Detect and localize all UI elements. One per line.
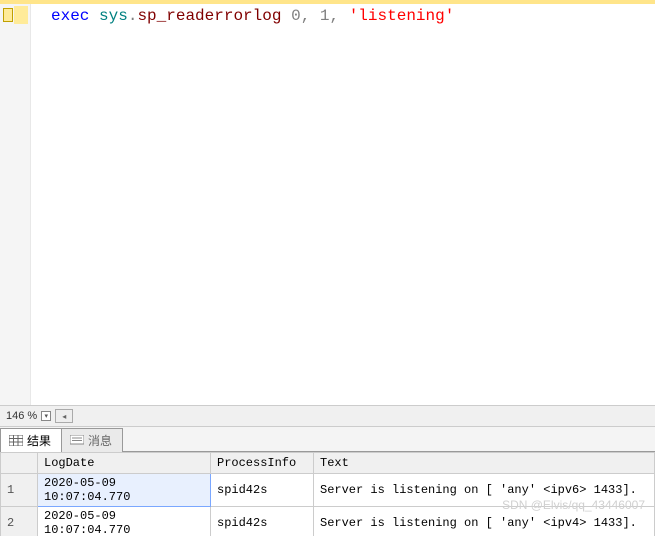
dot: . bbox=[128, 7, 138, 25]
col-logdate[interactable]: LogDate bbox=[38, 453, 211, 474]
tab-results[interactable]: 结果 bbox=[0, 428, 62, 452]
col-text[interactable]: Text bbox=[314, 453, 655, 474]
cell-processinfo[interactable]: spid42s bbox=[211, 507, 314, 536]
results-grid-icon bbox=[9, 435, 23, 446]
tab-messages-label: 消息 bbox=[88, 432, 112, 449]
results-tabs: 结果 消息 bbox=[0, 427, 655, 452]
col-processinfo[interactable]: ProcessInfo bbox=[211, 453, 314, 474]
string-literal: 'listening' bbox=[349, 7, 455, 25]
zoom-dropdown-icon[interactable]: ▾ bbox=[41, 411, 51, 421]
schema-sys: sys bbox=[99, 7, 128, 25]
cell-logdate[interactable]: 2020-05-09 10:07:04.770 bbox=[38, 507, 211, 536]
cell-logdate[interactable]: 2020-05-09 10:07:04.770 bbox=[38, 474, 211, 507]
results-grid[interactable]: LogDate ProcessInfo Text 1 2020-05-09 10… bbox=[0, 452, 655, 536]
tab-messages[interactable]: 消息 bbox=[61, 428, 123, 452]
space bbox=[281, 7, 291, 25]
editor-status-bar: 146 % ▾ ◂ bbox=[0, 405, 655, 427]
line-highlight bbox=[14, 6, 28, 24]
arg-1: 1 bbox=[320, 7, 330, 25]
proc-name: sp_readerrorlog bbox=[137, 7, 281, 25]
code-line[interactable]: exec sys.sp_readerrorlog 0, 1, 'listenin… bbox=[31, 4, 454, 405]
scroll-left-button[interactable]: ◂ bbox=[55, 409, 73, 423]
messages-icon bbox=[70, 435, 84, 446]
header-row: LogDate ProcessInfo Text bbox=[1, 453, 655, 474]
comma: , bbox=[301, 7, 320, 25]
corner-cell bbox=[1, 453, 38, 474]
editor-gutter bbox=[0, 4, 31, 405]
row-number[interactable]: 2 bbox=[1, 507, 38, 536]
arg-0: 0 bbox=[291, 7, 301, 25]
cell-processinfo[interactable]: spid42s bbox=[211, 474, 314, 507]
zoom-level: 146 % bbox=[6, 410, 37, 422]
line-indicator-icon bbox=[3, 8, 13, 22]
sql-editor[interactable]: exec sys.sp_readerrorlog 0, 1, 'listenin… bbox=[0, 4, 655, 405]
row-number[interactable]: 1 bbox=[1, 474, 38, 507]
keyword-exec: exec bbox=[51, 7, 89, 25]
comma: , bbox=[330, 7, 349, 25]
tab-results-label: 结果 bbox=[27, 432, 51, 449]
watermark: SDN @Elvis/qq_43446007 bbox=[502, 498, 645, 512]
